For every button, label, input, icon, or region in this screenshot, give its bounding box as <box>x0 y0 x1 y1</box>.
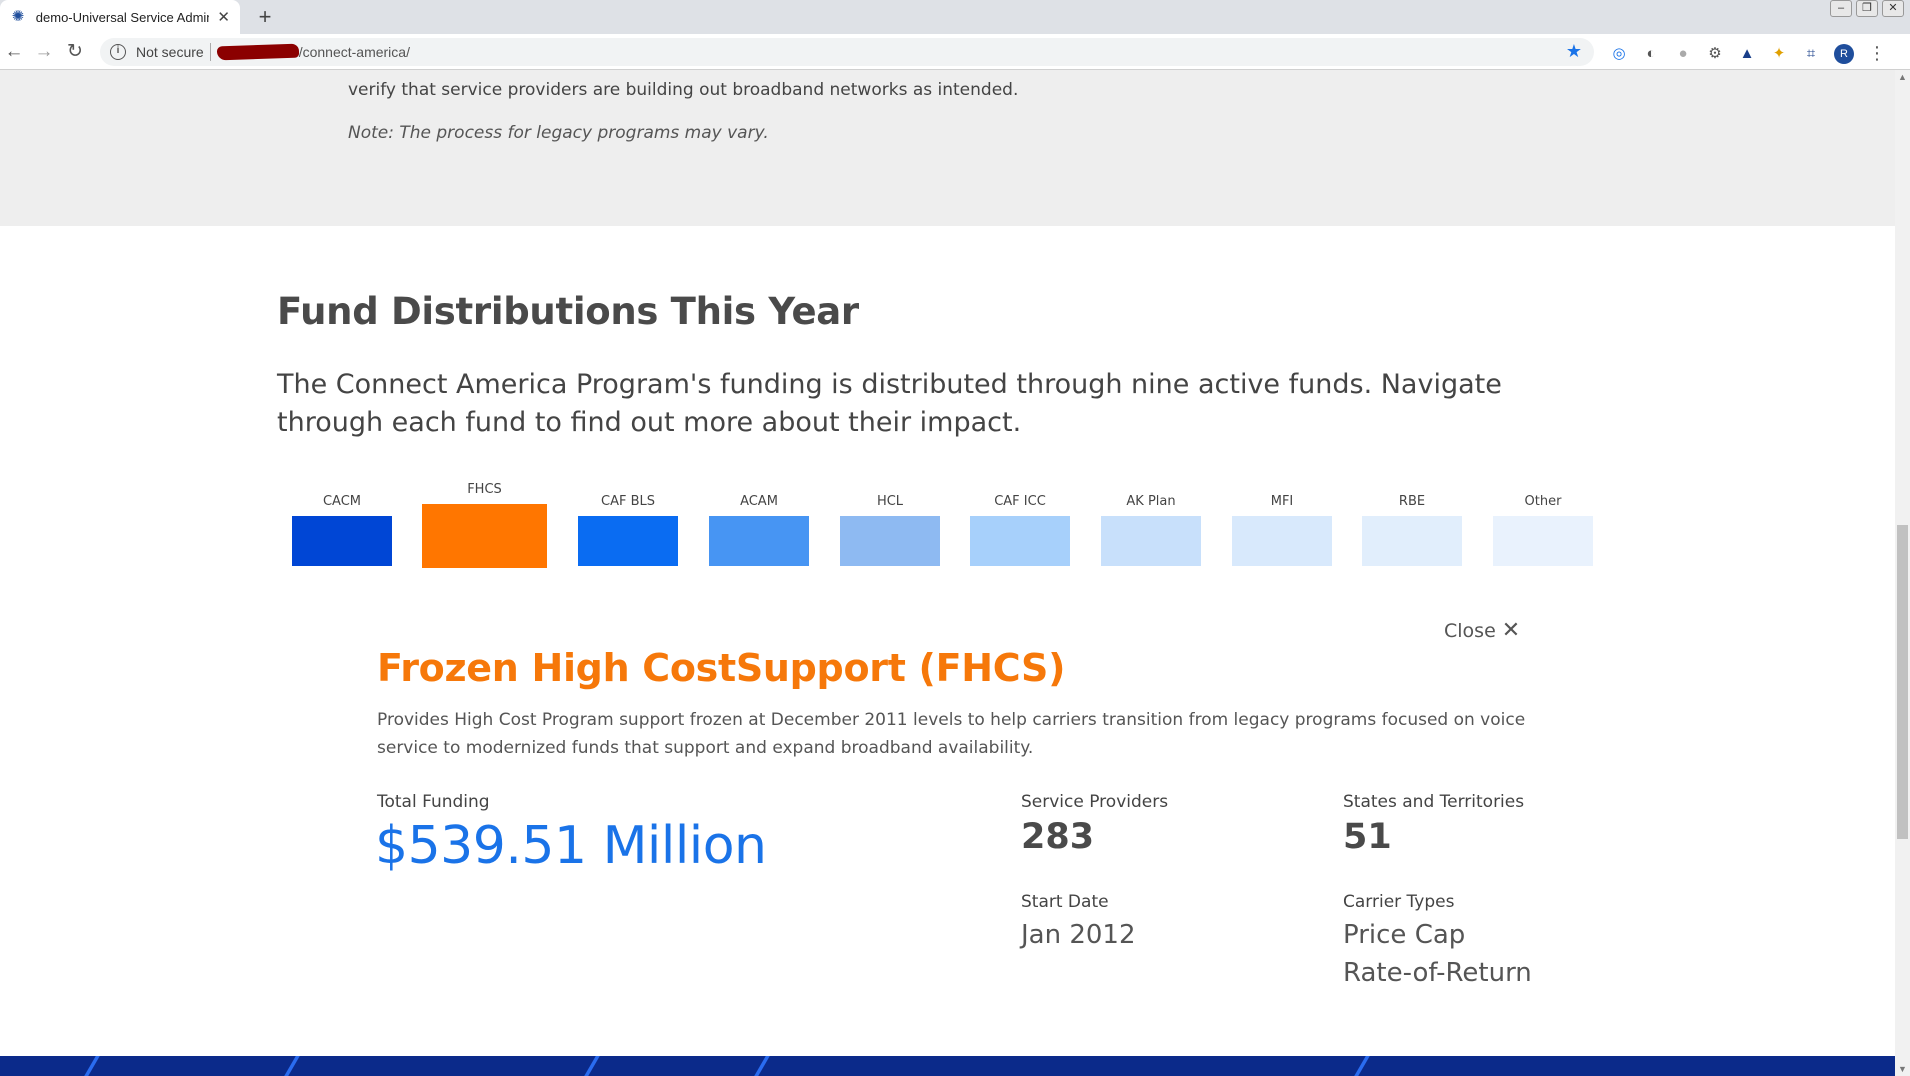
fund-label: CAF ICC <box>994 494 1046 509</box>
footer-decor <box>284 1056 300 1076</box>
redacted-domain <box>216 43 299 61</box>
tab-close-icon[interactable]: ✕ <box>217 8 230 26</box>
footer-decor <box>584 1056 600 1076</box>
fund-tile-caf-icc[interactable]: CAF ICC <box>970 494 1070 566</box>
fund-label: Other <box>1524 494 1562 509</box>
fund-color-block <box>292 516 392 566</box>
fund-color-block <box>422 504 547 568</box>
extension-gear-icon[interactable]: ⚙ <box>1706 45 1724 63</box>
browser-toolbar: ← → ↻ i Not secure /connect-america/ ★ ◎… <box>0 34 1910 70</box>
fund-label: HCL <box>876 494 904 509</box>
carrier-type-item: Rate-of-Return <box>1343 958 1532 988</box>
service-providers-value: 283 <box>1021 817 1095 857</box>
section-intro: The Connect America Program's funding is… <box>277 369 1502 438</box>
footer-banner <box>0 1056 1895 1076</box>
extension-triangle-icon[interactable]: ▲ <box>1738 45 1756 63</box>
fund-tile-acam[interactable]: ACAM <box>709 494 809 566</box>
fund-label: RBE <box>1398 494 1426 509</box>
carrier-types-label: Carrier Types <box>1343 892 1455 912</box>
scrollbar-thumb[interactable] <box>1897 525 1908 839</box>
info-icon[interactable]: i <box>110 44 126 60</box>
fund-tile-caf-bls[interactable]: CAF BLS <box>578 494 678 566</box>
fund-tile-fhcs[interactable]: FHCS <box>422 482 547 568</box>
extension-pinwheel-icon[interactable]: ✦ <box>1770 45 1788 63</box>
extension-icons: ◎ ◐ ● ⚙ ▲ ✦ ⌗ R ⋮ <box>1610 43 1886 64</box>
address-bar[interactable]: i Not secure /connect-america/ ★ <box>100 38 1594 66</box>
total-funding-value: $539.51 Million <box>375 816 767 876</box>
fund-tile-rbe[interactable]: RBE <box>1362 494 1462 566</box>
page-content: verify that service providers are buildi… <box>0 70 1895 1076</box>
scroll-up-icon[interactable]: ▲ <box>1898 72 1907 82</box>
omnibox-separator <box>209 43 211 61</box>
tab-title: demo-Universal Service Administ <box>35 9 210 25</box>
minimize-button[interactable]: – <box>1830 0 1852 17</box>
restore-button[interactable]: ❐ <box>1856 0 1878 17</box>
states-territories-value: 51 <box>1343 817 1392 857</box>
url-path: /connect-america/ <box>298 44 410 60</box>
close-detail-button[interactable]: Close ✕ <box>1444 618 1520 643</box>
extension-ring-icon[interactable]: ◎ <box>1610 45 1628 63</box>
extension-grid-icon[interactable]: ⌗ <box>1802 45 1820 63</box>
start-date-label: Start Date <box>1021 892 1109 912</box>
profile-avatar[interactable]: R <box>1834 43 1854 64</box>
footer-decor <box>754 1056 770 1076</box>
reload-icon[interactable]: ↻ <box>63 40 87 64</box>
process-text: verify that service providers are buildi… <box>348 80 1019 100</box>
total-funding-label: Total Funding <box>377 792 490 812</box>
browser-tab-bar: ✺ demo-Universal Service Administ ✕ + – … <box>0 0 1910 34</box>
fund-label: FHCS <box>467 482 502 497</box>
page-scrollbar[interactable]: ▲ ▼ <box>1895 70 1910 1076</box>
process-section: verify that service providers are buildi… <box>0 70 1895 226</box>
fund-color-block <box>1362 516 1462 566</box>
fund-label: AK Plan <box>1126 494 1176 509</box>
extension-dot-icon[interactable]: ● <box>1674 45 1692 63</box>
footer-decor <box>84 1056 100 1076</box>
fund-tile-ak-plan[interactable]: AK Plan <box>1101 494 1201 566</box>
close-label: Close <box>1444 619 1496 642</box>
extension-circle-icon[interactable]: ◐ <box>1642 45 1660 63</box>
carrier-type-item: Price Cap <box>1343 920 1466 950</box>
back-arrow-icon[interactable]: ← <box>2 40 26 64</box>
fund-color-block <box>1232 516 1332 566</box>
service-providers-label: Service Providers <box>1021 792 1169 812</box>
scroll-down-icon[interactable]: ▼ <box>1898 1064 1907 1074</box>
fund-color-block <box>970 516 1070 566</box>
fund-color-block <box>1101 516 1201 566</box>
fund-color-block <box>578 516 678 566</box>
fund-tile-other[interactable]: Other <box>1493 494 1593 566</box>
fund-tile-hcl[interactable]: HCL <box>840 494 940 566</box>
section-title: Fund Distributions This Year <box>277 290 859 333</box>
process-note: Note: The process for legacy programs ma… <box>348 123 769 143</box>
window-controls: – ❐ ✕ <box>1830 0 1904 17</box>
fund-detail-title: Frozen High CostSupport (FHCS) <box>377 646 1066 690</box>
fund-label: MFI <box>1270 494 1294 509</box>
fund-label: CAF BLS <box>601 494 655 509</box>
browser-menu-icon[interactable]: ⋮ <box>1868 43 1886 64</box>
browser-tab[interactable]: ✺ demo-Universal Service Administ ✕ <box>0 0 240 34</box>
site-favicon-icon: ✺ <box>11 8 25 25</box>
fund-tile-cacm[interactable]: CACM <box>292 494 392 566</box>
window-close-button[interactable]: ✕ <box>1882 0 1904 17</box>
new-tab-button[interactable]: + <box>252 4 278 30</box>
fund-tile-mfi[interactable]: MFI <box>1232 494 1332 566</box>
forward-arrow-icon[interactable]: → <box>32 40 56 64</box>
fund-label: ACAM <box>740 494 778 509</box>
states-territories-label: States and Territories <box>1343 792 1525 812</box>
fund-label: CACM <box>322 494 362 509</box>
footer-decor <box>1354 1056 1370 1076</box>
start-date-value: Jan 2012 <box>1021 920 1136 950</box>
close-icon: ✕ <box>1501 618 1521 643</box>
fund-color-block <box>1493 516 1593 566</box>
bookmark-star-icon[interactable]: ★ <box>1566 41 1582 62</box>
fund-detail-description: Provides High Cost Program support froze… <box>377 710 1526 758</box>
fund-color-block <box>709 516 809 566</box>
fund-color-block <box>840 516 940 566</box>
security-label: Not secure <box>136 44 204 60</box>
